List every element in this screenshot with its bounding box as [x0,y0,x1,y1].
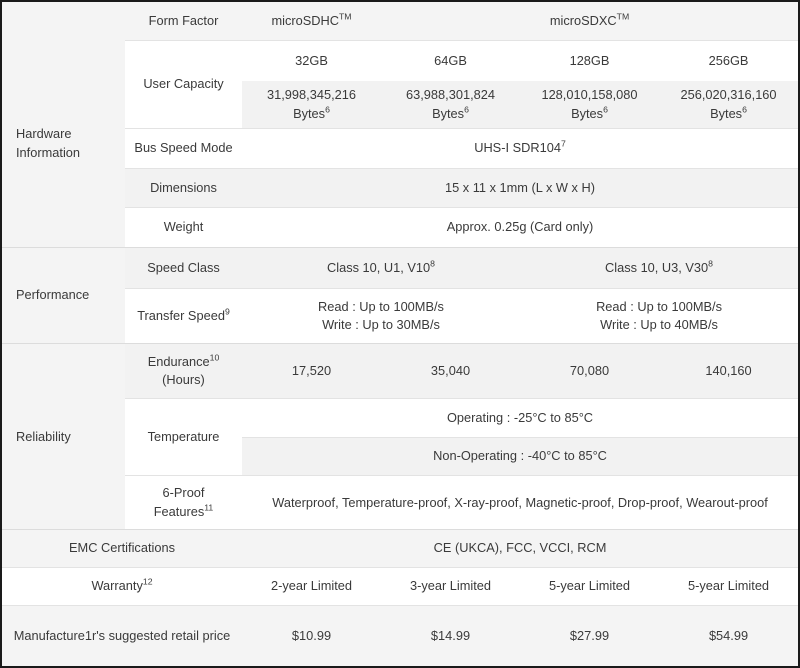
table-row-msrp: Manufacture1r's suggested retail price $… [2,605,798,666]
bytes-128gb-number: 128,010,158,080 [541,87,638,103]
spacer-cell-form-factor [2,2,125,41]
speed-class-sdhc-text: Class 10, U1, V10 [327,259,431,275]
row-label-bus-speed: Bus Speed Mode [125,128,242,169]
value-temperature-operating: Operating : -25°C to 85°C [242,398,798,438]
row-label-weight: Weight [125,207,242,248]
value-bytes-128gb: 128,010,158,080 Bytes6 [520,80,659,129]
value-form-factor-sdhc: microSDHCTM [242,2,381,41]
row-label-endurance: Endurance10 (Hours) [125,343,242,399]
section-label-hardware-text: Hardware Information [16,126,81,160]
form-factor-sdhc-text: microSDHC [271,12,339,28]
value-form-factor-sdxc: microSDXCTM [381,2,798,41]
table-row-warranty: Warranty12 2-year Limited 3-year Limited… [2,566,798,606]
row-label-msrp: Manufacture1r's suggested retail price [2,605,242,666]
endurance-label-text: Endurance [147,353,210,369]
warranty-label-text: Warranty [91,578,143,594]
bytes-256gb-superscript: 6 [742,104,747,115]
row-label-six-proof: 6-Proof Features11 [125,475,242,530]
value-speed-class-sdxc: Class 10, U3, V308 [520,246,798,289]
row-label-speed-class: Speed Class [125,246,242,289]
value-msrp-128gb: $27.99 [520,605,659,666]
six-proof-label-line1: 6-Proof [162,485,205,501]
bytes-64gb-superscript: 6 [464,104,469,115]
value-capacity-128gb: 128GB [520,39,659,81]
warranty-superscript: 12 [142,576,153,587]
value-weight: Approx. 0.25g (Card only) [242,207,798,248]
transfer-speed-sdhc-write: Write : Up to 30MB/s [322,317,440,333]
section-label-performance: Performance [2,246,125,344]
value-speed-class-sdhc: Class 10, U1, V108 [242,246,520,289]
table-row-form-factor: Form Factor microSDHCTM microSDXCTM [2,2,798,41]
value-dimensions: 15 x 11 x 1mm (L x W x H) [242,167,798,208]
value-capacity-256gb: 256GB [659,39,798,81]
bytes-256gb-unit: Bytes [710,105,743,121]
transfer-speed-sdxc-read: Read : Up to 100MB/s [596,298,722,314]
speed-class-sdxc-superscript: 8 [708,258,713,269]
value-warranty-32gb: 2-year Limited [242,566,381,606]
row-label-form-factor: Form Factor [125,2,242,41]
value-endurance-128gb: 70,080 [520,343,659,399]
value-bytes-256gb: 256,020,316,160 Bytes6 [659,80,798,129]
row-label-temperature: Temperature [125,398,242,476]
transfer-speed-superscript: 9 [224,306,230,317]
speed-class-sdxc-text: Class 10, U3, V30 [605,259,709,275]
bytes-128gb-unit: Bytes [571,105,604,121]
table-row-capacity-labels: Hardware Information User Capacity 32GB … [2,39,798,248]
transfer-speed-sdhc-read: Read : Up to 100MB/s [318,298,444,314]
form-factor-sdhc-superscript: TM [339,11,352,22]
endurance-label-hours: (Hours) [162,372,205,388]
value-temperature-non-operating: Non-Operating : -40°C to 85°C [242,436,798,476]
bytes-128gb-superscript: 6 [603,104,608,115]
section-label-hardware: Hardware Information [2,40,125,248]
value-capacity-64gb: 64GB [381,39,520,81]
bus-speed-text: UHS-I SDR104 [474,140,561,156]
value-endurance-256gb: 140,160 [659,343,798,399]
row-label-dimensions: Dimensions [125,167,242,208]
section-label-reliability-text: Reliability [16,428,71,444]
value-warranty-64gb: 3-year Limited [381,566,520,606]
row-label-emc: EMC Certifications [2,529,242,568]
row-label-warranty: Warranty12 [2,566,242,606]
specification-table: Form Factor microSDHCTM microSDXCTM Hard… [2,2,798,666]
value-transfer-speed-sdhc: Read : Up to 100MB/s Write : Up to 30MB/… [242,288,520,344]
bytes-32gb-number: 31,998,345,216 [267,87,356,103]
endurance-superscript: 10 [209,352,220,363]
six-proof-label-line2: Features [153,503,205,519]
value-bus-speed: UHS-I SDR1047 [242,128,798,169]
value-msrp-256gb: $54.99 [659,605,798,666]
value-endurance-32gb: 17,520 [242,343,381,399]
value-transfer-speed-sdxc: Read : Up to 100MB/s Write : Up to 40MB/… [520,288,798,344]
row-label-transfer-speed: Transfer Speed9 [125,288,242,344]
bus-speed-superscript: 7 [560,138,566,149]
transfer-speed-label-text: Transfer Speed [137,308,225,324]
table-row-emc: EMC Certifications CE (UKCA), FCC, VCCI,… [2,529,798,568]
value-emc: CE (UKCA), FCC, VCCI, RCM [242,529,798,568]
value-bytes-64gb: 63,988,301,824 Bytes6 [381,80,520,129]
form-factor-sdxc-superscript: TM [616,11,630,22]
section-label-reliability: Reliability [2,343,125,530]
value-six-proof: Waterproof, Temperature-proof, X-ray-pro… [242,475,798,530]
value-msrp-32gb: $10.99 [242,605,381,666]
value-warranty-256gb: 5-year Limited [659,566,798,606]
value-capacity-32gb: 32GB [242,39,381,81]
bytes-32gb-unit: Bytes [293,105,326,121]
table-row-speed-class: Performance Speed Class Class 10, U1, V1… [2,246,798,344]
section-label-performance-text: Performance [16,287,90,303]
six-proof-superscript: 11 [204,502,214,513]
bytes-32gb-superscript: 6 [325,104,330,115]
row-label-user-capacity: User Capacity [125,39,242,129]
value-bytes-32gb: 31,998,345,216 Bytes6 [242,80,381,129]
value-endurance-64gb: 35,040 [381,343,520,399]
bytes-64gb-number: 63,988,301,824 [406,87,495,103]
bytes-64gb-unit: Bytes [432,105,465,121]
form-factor-sdxc-text: microSDXC [549,12,617,28]
transfer-speed-sdxc-write: Write : Up to 40MB/s [600,317,718,333]
table-row-endurance: Reliability Endurance10 (Hours) 17,520 3… [2,343,798,530]
bytes-256gb-number: 256,020,316,160 [680,87,777,103]
value-warranty-128gb: 5-year Limited [520,566,659,606]
value-msrp-64gb: $14.99 [381,605,520,666]
specification-table-container: Form Factor microSDHCTM microSDXCTM Hard… [0,0,800,668]
speed-class-sdhc-superscript: 8 [430,258,435,269]
